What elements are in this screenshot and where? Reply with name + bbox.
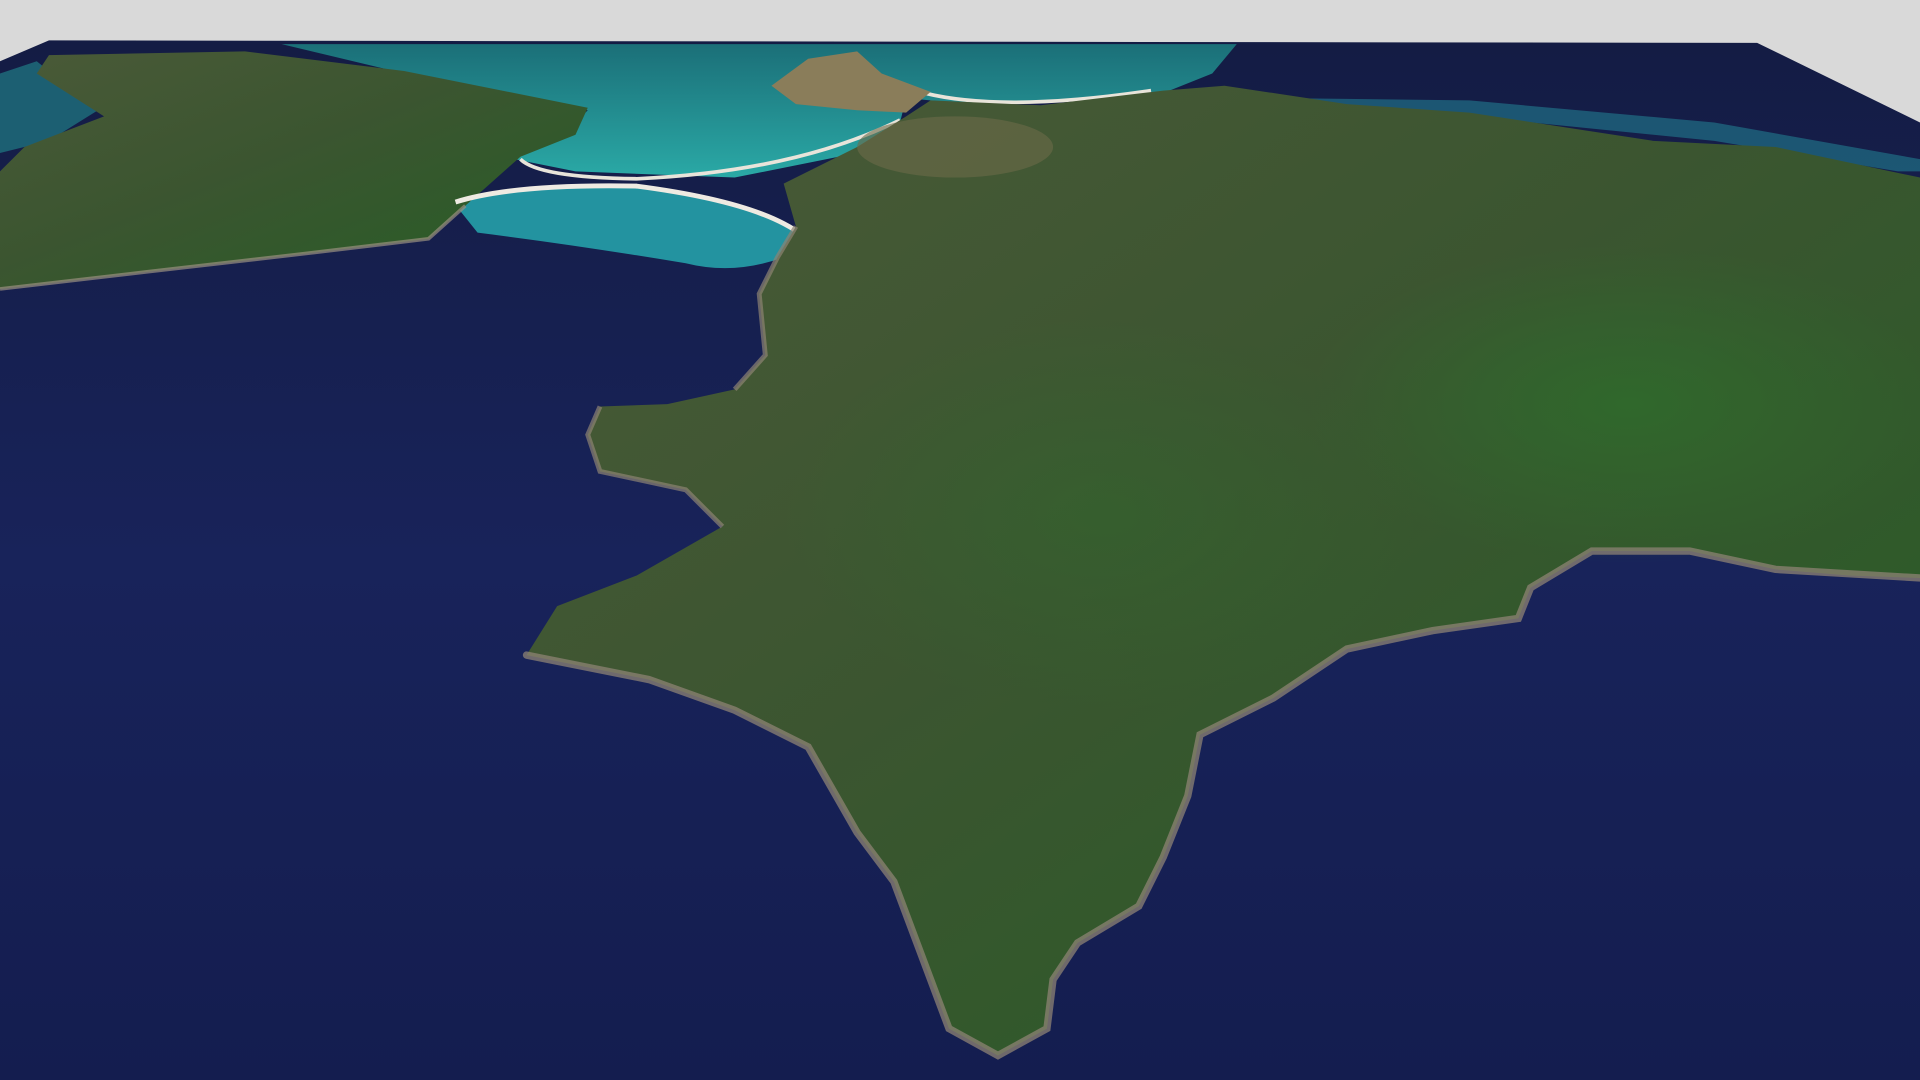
cleared-area: [857, 116, 1054, 178]
terrain-viewport[interactable]: [0, 0, 1920, 1080]
forest-ridge-2: [783, 318, 1421, 711]
